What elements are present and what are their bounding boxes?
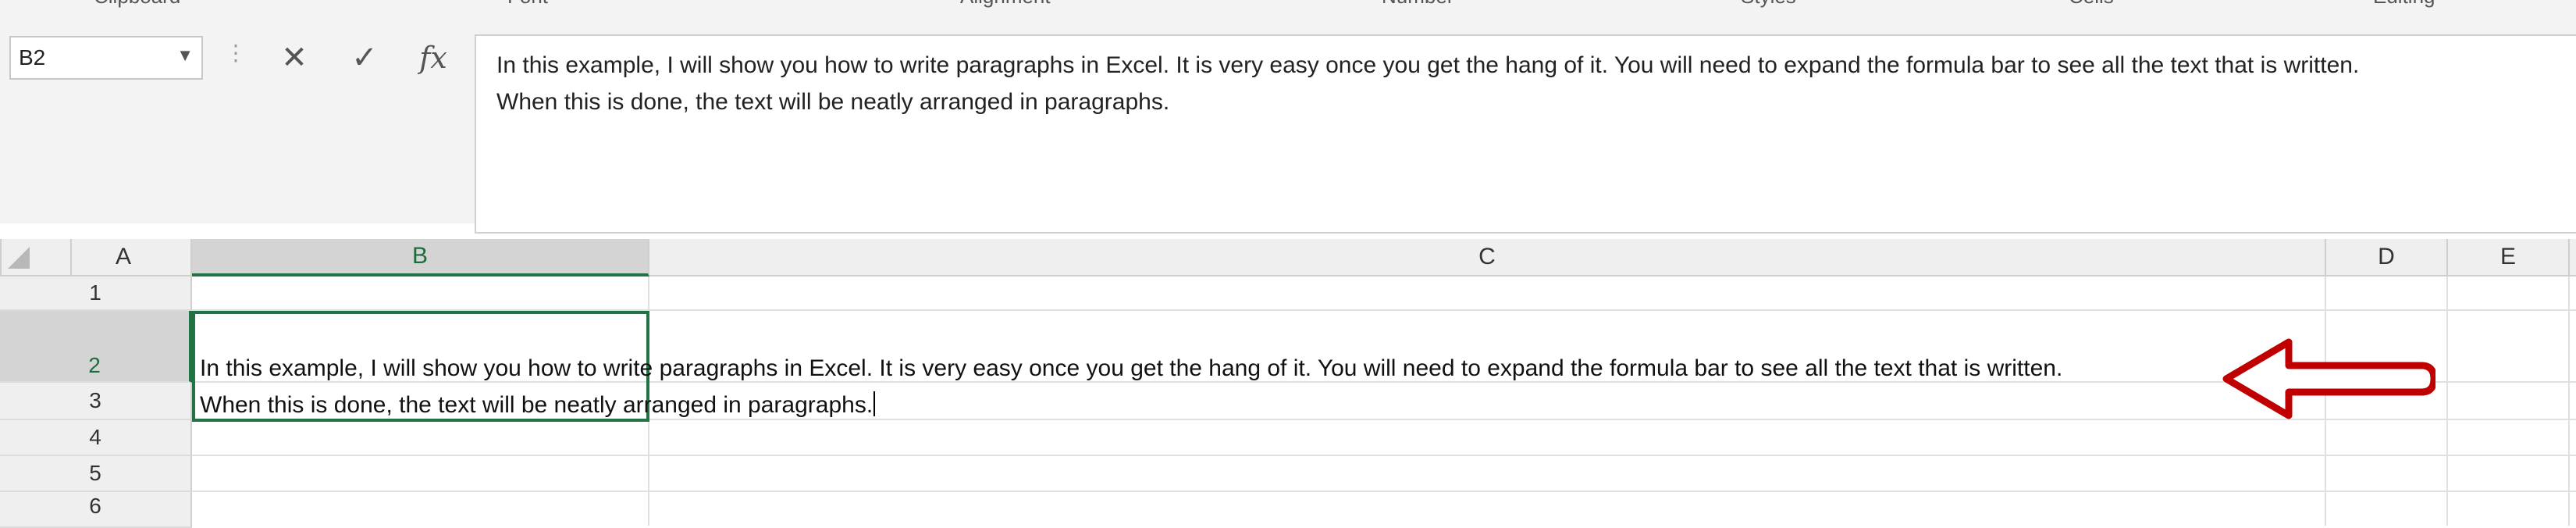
ribbon-group-editing: Editing [2373, 0, 2435, 9]
row-header-1[interactable]: 1 [0, 276, 192, 311]
formula-bar-area: B2 ▼ ⋮ ✕ ✓ fx In this example, I will sh… [0, 11, 2576, 234]
gridline-v-de [2446, 276, 2448, 526]
ribbon-strip: Clipboard Font Alignment Number Styles C… [0, 0, 2576, 11]
name-box[interactable]: B2 ▼ [9, 36, 203, 80]
ribbon-group-styles: Styles [1741, 0, 1796, 9]
close-icon: ✕ [281, 41, 308, 75]
enter-button[interactable]: ✓ [337, 36, 392, 80]
row-header-6[interactable]: 6 [0, 492, 192, 528]
spacer-6 [0, 239, 2, 275]
cell-b2-line-2: When this is done, the text will be neat… [200, 387, 2370, 423]
cancel-button[interactable]: ✕ [267, 36, 322, 80]
select-all-icon [8, 247, 30, 269]
spreadsheet-grid[interactable]: B A B C D E 1 2 3 4 5 6 In this example,… [0, 239, 2576, 528]
function-icon: fx [419, 41, 447, 75]
formula-line-1: In this example, I will show you how to … [496, 52, 2360, 78]
cell-b2-text[interactable]: In this example, I will show you how to … [200, 350, 2370, 423]
ribbon-group-alignment: Alignment [960, 0, 1051, 9]
ribbon-group-clipboard: Clipboard [94, 0, 180, 9]
column-header-e[interactable]: E [2448, 239, 2570, 275]
formula-line-2: When this is done, the text will be neat… [496, 89, 1170, 115]
column-header-c[interactable]: C [649, 239, 2326, 275]
ribbon-group-font: Font [507, 0, 548, 9]
insert-function-button[interactable]: fx [406, 36, 461, 80]
column-header-a[interactable]: A [55, 239, 192, 275]
row-header-4[interactable]: 4 [0, 420, 192, 456]
checkmark-icon: ✓ [351, 41, 378, 75]
formula-bar-text: In this example, I will show you how to … [496, 47, 2557, 120]
ribbon-group-cells: Cells [2069, 0, 2114, 9]
row-header-2[interactable]: 2 [0, 311, 192, 383]
ribbon-group-number: Number [1382, 0, 1453, 9]
name-box-value: B2 [19, 45, 46, 70]
column-header-b-selected[interactable]: B [192, 239, 649, 276]
cell-b2-line-1: In this example, I will show you how to … [200, 355, 2063, 381]
gridline-h4 [192, 455, 2576, 456]
gridline-v-ef [2568, 276, 2570, 526]
row-header-5[interactable]: 5 [0, 456, 192, 492]
chevron-down-icon[interactable]: ▼ [176, 45, 194, 66]
row-header-3[interactable]: 3 [0, 383, 192, 420]
column-header-d[interactable]: D [2326, 239, 2448, 275]
text-cursor [873, 391, 876, 416]
gridline-h5 [192, 491, 2576, 492]
formula-bar-input[interactable]: In this example, I will show you how to … [475, 34, 2576, 234]
formula-bar-grip-icon[interactable]: ⋮ [225, 42, 247, 64]
left-arrow-annotation-icon [2222, 338, 2435, 419]
